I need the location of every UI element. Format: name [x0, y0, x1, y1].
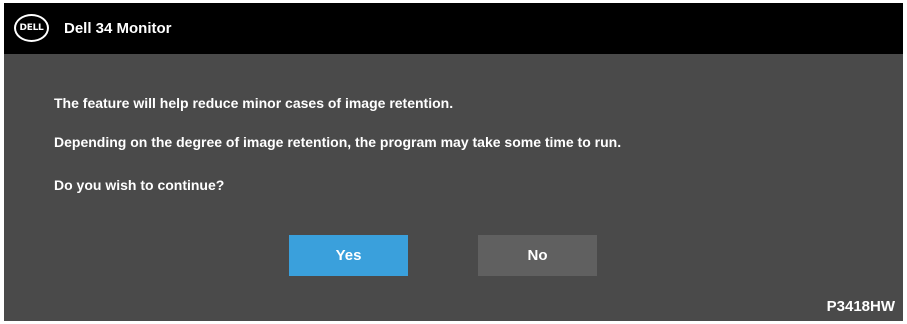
confirmation-question: Do you wish to continue?	[54, 177, 225, 193]
message-line-1: The feature will help reduce minor cases…	[54, 95, 454, 111]
dell-logo-icon: DELL	[14, 14, 49, 42]
model-number: P3418HW	[826, 298, 895, 315]
yes-button[interactable]: Yes	[289, 235, 408, 276]
window-title: Dell 34 Monitor	[64, 20, 172, 37]
title-bar: DELL Dell 34 Monitor	[4, 3, 903, 54]
message-line-2: Depending on the degree of image retenti…	[54, 134, 622, 150]
monitor-osd-dialog: DELL Dell 34 Monitor The feature will he…	[4, 3, 903, 321]
no-button[interactable]: No	[478, 235, 597, 276]
